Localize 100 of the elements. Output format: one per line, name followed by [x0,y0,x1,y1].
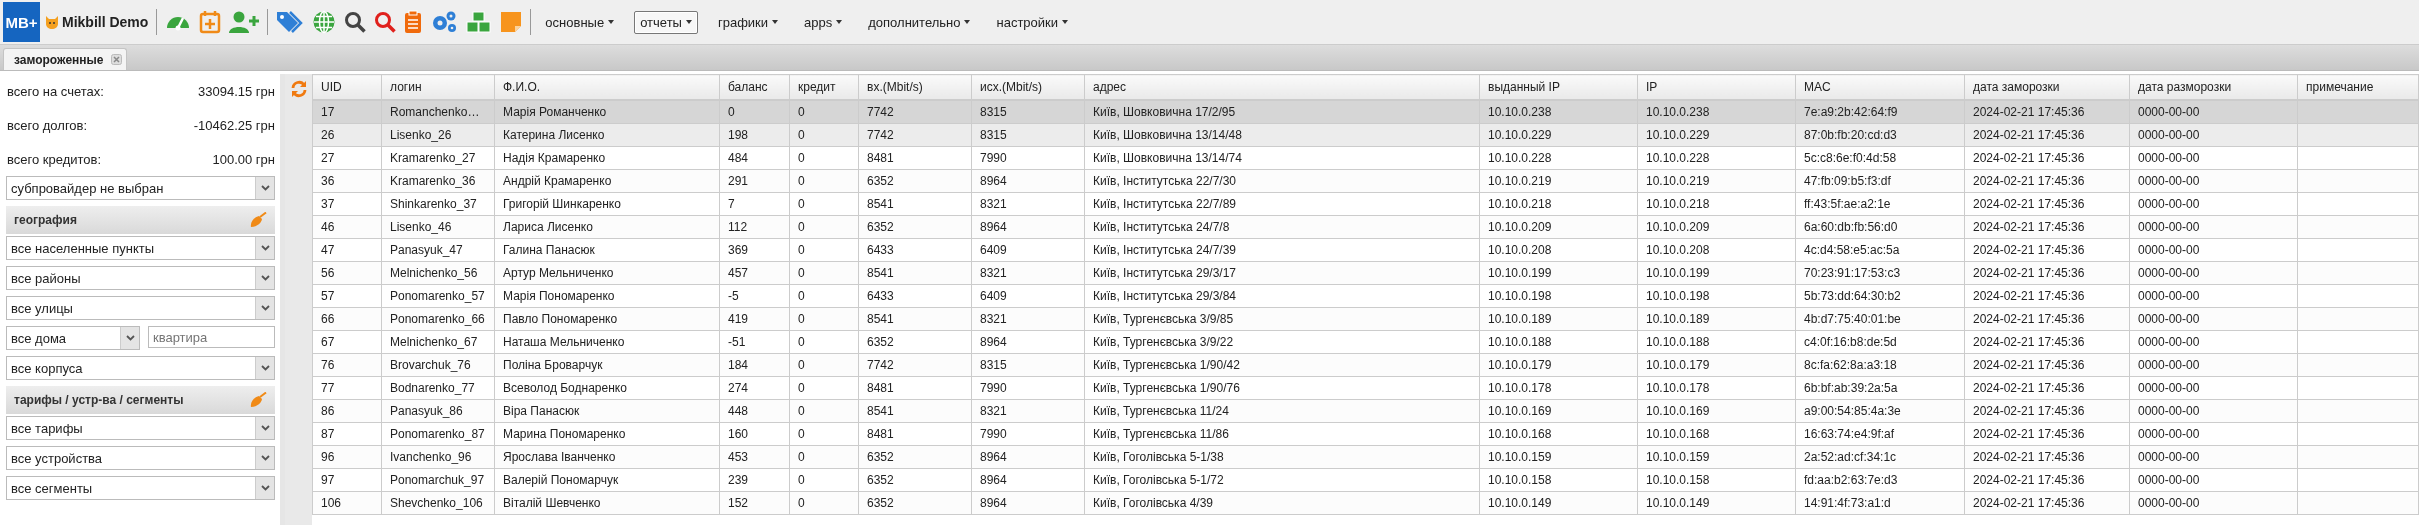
clipboard-icon[interactable] [404,10,423,34]
table-row[interactable]: 36 Kramarenko_36 Андрій Крамаренко 291 0 6352 8964 Київ, Інститутська 22/7/30 10.10.0.219 10.10.0.219 47:fb:09:b5:f3:df 2024-02-21 17:45:36 0000-00-00 [312,169,2419,192]
app-title: Mikbill Demo [62,14,149,30]
menu-button[interactable]: настройки [990,10,1074,34]
column-header[interactable]: примечание [2297,74,2419,100]
tags-icon[interactable] [276,10,305,34]
table-row[interactable]: 56 Melnichenko_56 Артур Мельниченко 457 0 8541 8321 Київ, Інститутська 29/3/17 10.10.0.199 10.10.0.199 70:23:91:17:53:c3 2024-02-21 17:45:36 0000-00-00 [312,261,2419,284]
column-header[interactable]: MAC [1795,74,1965,100]
refresh-icon[interactable] [289,80,308,98]
table-cell: 448 [728,403,749,418]
table-cell: 0 [798,150,805,165]
table-row[interactable]: 76 Brovarchuk_76 Поліна Броварчук 184 0 7742 8315 Київ, Тургенєвська 1/90/42 10.10.0.179 10.10.0.179 8c:fa:62:8a:a3:18 2024-02-21 17:45:36 0000-00-00 [312,353,2419,376]
select-field[interactable]: все устройства [6,446,275,470]
table-cell: 8541 [867,265,894,280]
table-row[interactable]: 57 Ponomarenko_57 Марія Пономаренко -5 0 6433 6409 Київ, Інститутська 29/3/84 10.10.0.198 10.10.0.198 5b:73:dd:64:30:b2 2024-02-21 17:45:36 0000-00-00 [312,284,2419,307]
tab[interactable]: замороженные [3,48,128,70]
column-header[interactable]: адрес [1084,74,1480,100]
table-cell: 6433 [867,288,894,303]
close-icon[interactable] [111,54,123,65]
select-field[interactable]: все сегменты [6,476,275,500]
column-header[interactable]: дата разморозки [2129,74,2298,100]
table-cell: 10.10.0.198 [1646,288,1710,303]
column-header[interactable]: UID [312,74,382,100]
table-cell: 7 [728,196,735,211]
table-row[interactable]: 87 Ponomarenko_87 Марина Пономаренко 160 0 8481 7990 Київ, Тургенєвська 11/86 10.10.0.168 10.10.0.168 16:63:74:e4:9f:af 2024-02-21 17:45:36 0000-00-00 [312,422,2419,445]
select-field[interactable]: все тарифы [6,416,275,440]
column-header[interactable]: кредит [789,74,859,100]
globe-icon[interactable] [312,10,337,34]
table-cell: Марія Пономаренко [503,288,615,303]
select-field[interactable]: все улицы [6,296,275,320]
table-row[interactable]: 96 Ivanchenko_96 Ярослава Іванченко 453 0 6352 8964 Київ, Гоголівська 5-1/38 10.10.0.159 10.10.0.159 2a:52:ad:cf:34:1c 2024-02-21 17:45:36 0000-00-00 [312,445,2419,468]
add-user-icon[interactable] [229,10,260,34]
cubes-icon[interactable] [466,10,493,34]
table-cell: Ярослава Іванченко [503,449,616,464]
table-cell: 2024-02-21 17:45:36 [1973,219,2085,234]
table-cell: Київ, Тургенєвська 11/86 [1093,426,1229,441]
select-field[interactable]: все корпуса [6,356,275,380]
table-row[interactable]: 47 Panasyuk_47 Галина Панасюк 369 0 6433 6409 Київ, Інститутська 24/7/39 10.10.0.208 10.10.0.208 4c:d4:58:e5:ac:5a 2024-02-21 17:45:36 0000-00-00 [312,238,2419,261]
table-cell: Київ, Гоголівська 5-1/72 [1093,472,1224,487]
broom-icon[interactable] [249,392,267,408]
table-cell: 2024-02-21 17:45:36 [1973,242,2085,257]
column-header[interactable]: исх.(Mbit/s) [971,74,1085,100]
apartment-field[interactable]: квартира [148,326,275,348]
table-cell: 10.10.0.228 [1646,150,1710,165]
table-cell: 10.10.0.209 [1646,219,1710,234]
search-icon[interactable] [374,11,397,33]
table-cell: Ponomarenko_87 [390,426,485,441]
table-row[interactable]: 97 Ponomarchuk_97 Валерій Пономарчук 239 0 6352 8964 Київ, Гоголівська 5-1/72 10.10.0.158 10.10.0.158 fd:aa:b2:63:7e:d3 2024-02-21 17:45:36 0000-00-00 [312,468,2419,491]
table-cell: 10.10.0.189 [1646,311,1710,326]
table-cell: 87 [321,426,335,441]
select-field[interactable]: субпровайдер не выбран [6,176,275,200]
table-row[interactable]: 106 Shevchenko_106 Віталій Шевченко 152 0 6352 8964 Київ, Гоголівська 4/39 10.10.0.149 10.10.0.149 14:91:4f:73:a1:d 2024-02-21 17:45:36 0000-00-00 [312,491,2419,514]
column-header[interactable]: дата заморозки [1964,74,2130,100]
table-cell: Lisenko_46 [390,219,452,234]
menu-button[interactable]: apps [798,10,849,34]
menu-button[interactable]: дополнительно [862,10,977,34]
column-header[interactable]: вх.(Mbit/s) [858,74,972,100]
table-row[interactable]: 67 Melnichenko_67 Наташа Мельниченко -51 0 6352 8964 Київ, Тургенєвська 3/9/22 10.10.0.188 10.10.0.188 c4:0f:16:b8:de:5d 2024-02-21 17:45:36 0000-00-00 [312,330,2419,353]
table-row[interactable]: 27 Kramarenko_27 Надія Крамаренко 484 0 8481 7990 Київ, Шовковична 13/14/74 10.10.0.228 10.10.0.228 5c:c8:6e:f0:4d:58 2024-02-21 17:45:36 0000-00-00 [312,146,2419,169]
caret-icon [685,20,692,24]
table-cell: Віталій Шевченко [503,495,601,510]
table-row[interactable]: 26 Lisenko_26 Катерина Лисенко 198 0 7742 8315 Київ, Шовковична 13/14/48 10.10.0.229 10.10.0.229 87:0b:fb:20:cd:d3 2024-02-21 17:45:36 0000-00-00 [312,123,2419,146]
table-cell: 10.10.0.179 [1646,357,1710,372]
search-icon[interactable] [344,11,367,33]
table-row[interactable]: 77 Bodnarenko_77 Всеволод Боднаренко 274 0 8481 7990 Київ, Тургенєвська 1/90/76 10.10.0.178 10.10.0.178 6b:bf:ab:39:2a:5a 2024-02-21 17:45:36 0000-00-00 [312,376,2419,399]
select-field[interactable]: все населенные пункты [6,236,275,260]
table-cell: Shinkarenko_37 [390,196,477,211]
sticky-note-icon[interactable] [500,11,523,33]
menu-button[interactable]: основные [539,10,621,34]
table-cell: 0000-00-00 [2138,104,2200,119]
broom-icon[interactable] [249,212,267,228]
column-header[interactable]: логин [381,74,495,100]
table-row[interactable]: 37 Shinkarenko_37 Григорій Шинкаренко 7 0 8541 8321 Київ, Інститутська 22/7/89 10.10.0.218 10.10.0.218 ff:43:5f:ae:a2:1e 2024-02-21 17:45:36 0000-00-00 [312,192,2419,215]
column-header[interactable]: баланс [719,74,790,100]
table-cell: 457 [728,265,749,280]
caret-icon [964,20,971,24]
column-header[interactable]: выданный IP [1479,74,1638,100]
table-row[interactable]: 46 Lisenko_46 Лариса Лисенко 112 0 6352 8964 Київ, Інститутська 24/7/8 10.10.0.209 10.10.0.209 6a:60:db:fb:56:d0 2024-02-21 17:45:36 0000-00-00 [312,215,2419,238]
menu-button[interactable]: графики [711,10,785,34]
app-logo[interactable]: MB+ [3,2,40,42]
table-cell: 6409 [980,288,1007,303]
menu-button[interactable]: отчеты [634,10,698,34]
table-cell: 0 [798,426,805,441]
table-cell: 46 [321,219,335,234]
table-row[interactable]: 86 Panasyuk_86 Віра Панасюк 448 0 8541 8321 Київ, Тургенєвська 11/24 10.10.0.169 10.10.0.169 a9:00:54:85:4a:3e 2024-02-21 17:45:36 0000-00-00 [312,399,2419,422]
table-cell: a9:00:54:85:4a:3e [1804,403,1901,418]
total-label: всего кредитов: [7,151,102,167]
section-title: география [14,213,77,227]
table-cell: Київ, Тургенєвська 1/90/76 [1093,380,1240,395]
select-field[interactable]: все дома [6,326,140,350]
table-row[interactable]: 17 Romanchenko… Марія Романченко 0 0 7742 8315 Київ, Шовковична 17/2/95 10.10.0.238 10.10.0.238 7e:a9:2b:42:64:f9 2024-02-21 17:45:36 0000-00-00 [312,100,2419,123]
table-cell: 0 [798,127,805,142]
select-field[interactable]: все районы [6,266,275,290]
total-value: -10462.25 грн [193,117,275,133]
column-header[interactable]: Ф.И.О. [494,74,720,100]
table-cell: Romanchenko… [390,104,480,119]
column-header[interactable]: IP [1637,74,1796,100]
calendar-icon[interactable] [199,10,222,34]
table-cell: 8315 [980,104,1007,119]
table-row[interactable]: 66 Ponomarenko_66 Павло Пономаренко 419 0 8541 8321 Київ, Тургенєвська 3/9/85 10.10.0.189 10.10.0.189 4b:d7:75:40:01:be 2024-02-21 17:45:36 0000-00-00 [312,307,2419,330]
